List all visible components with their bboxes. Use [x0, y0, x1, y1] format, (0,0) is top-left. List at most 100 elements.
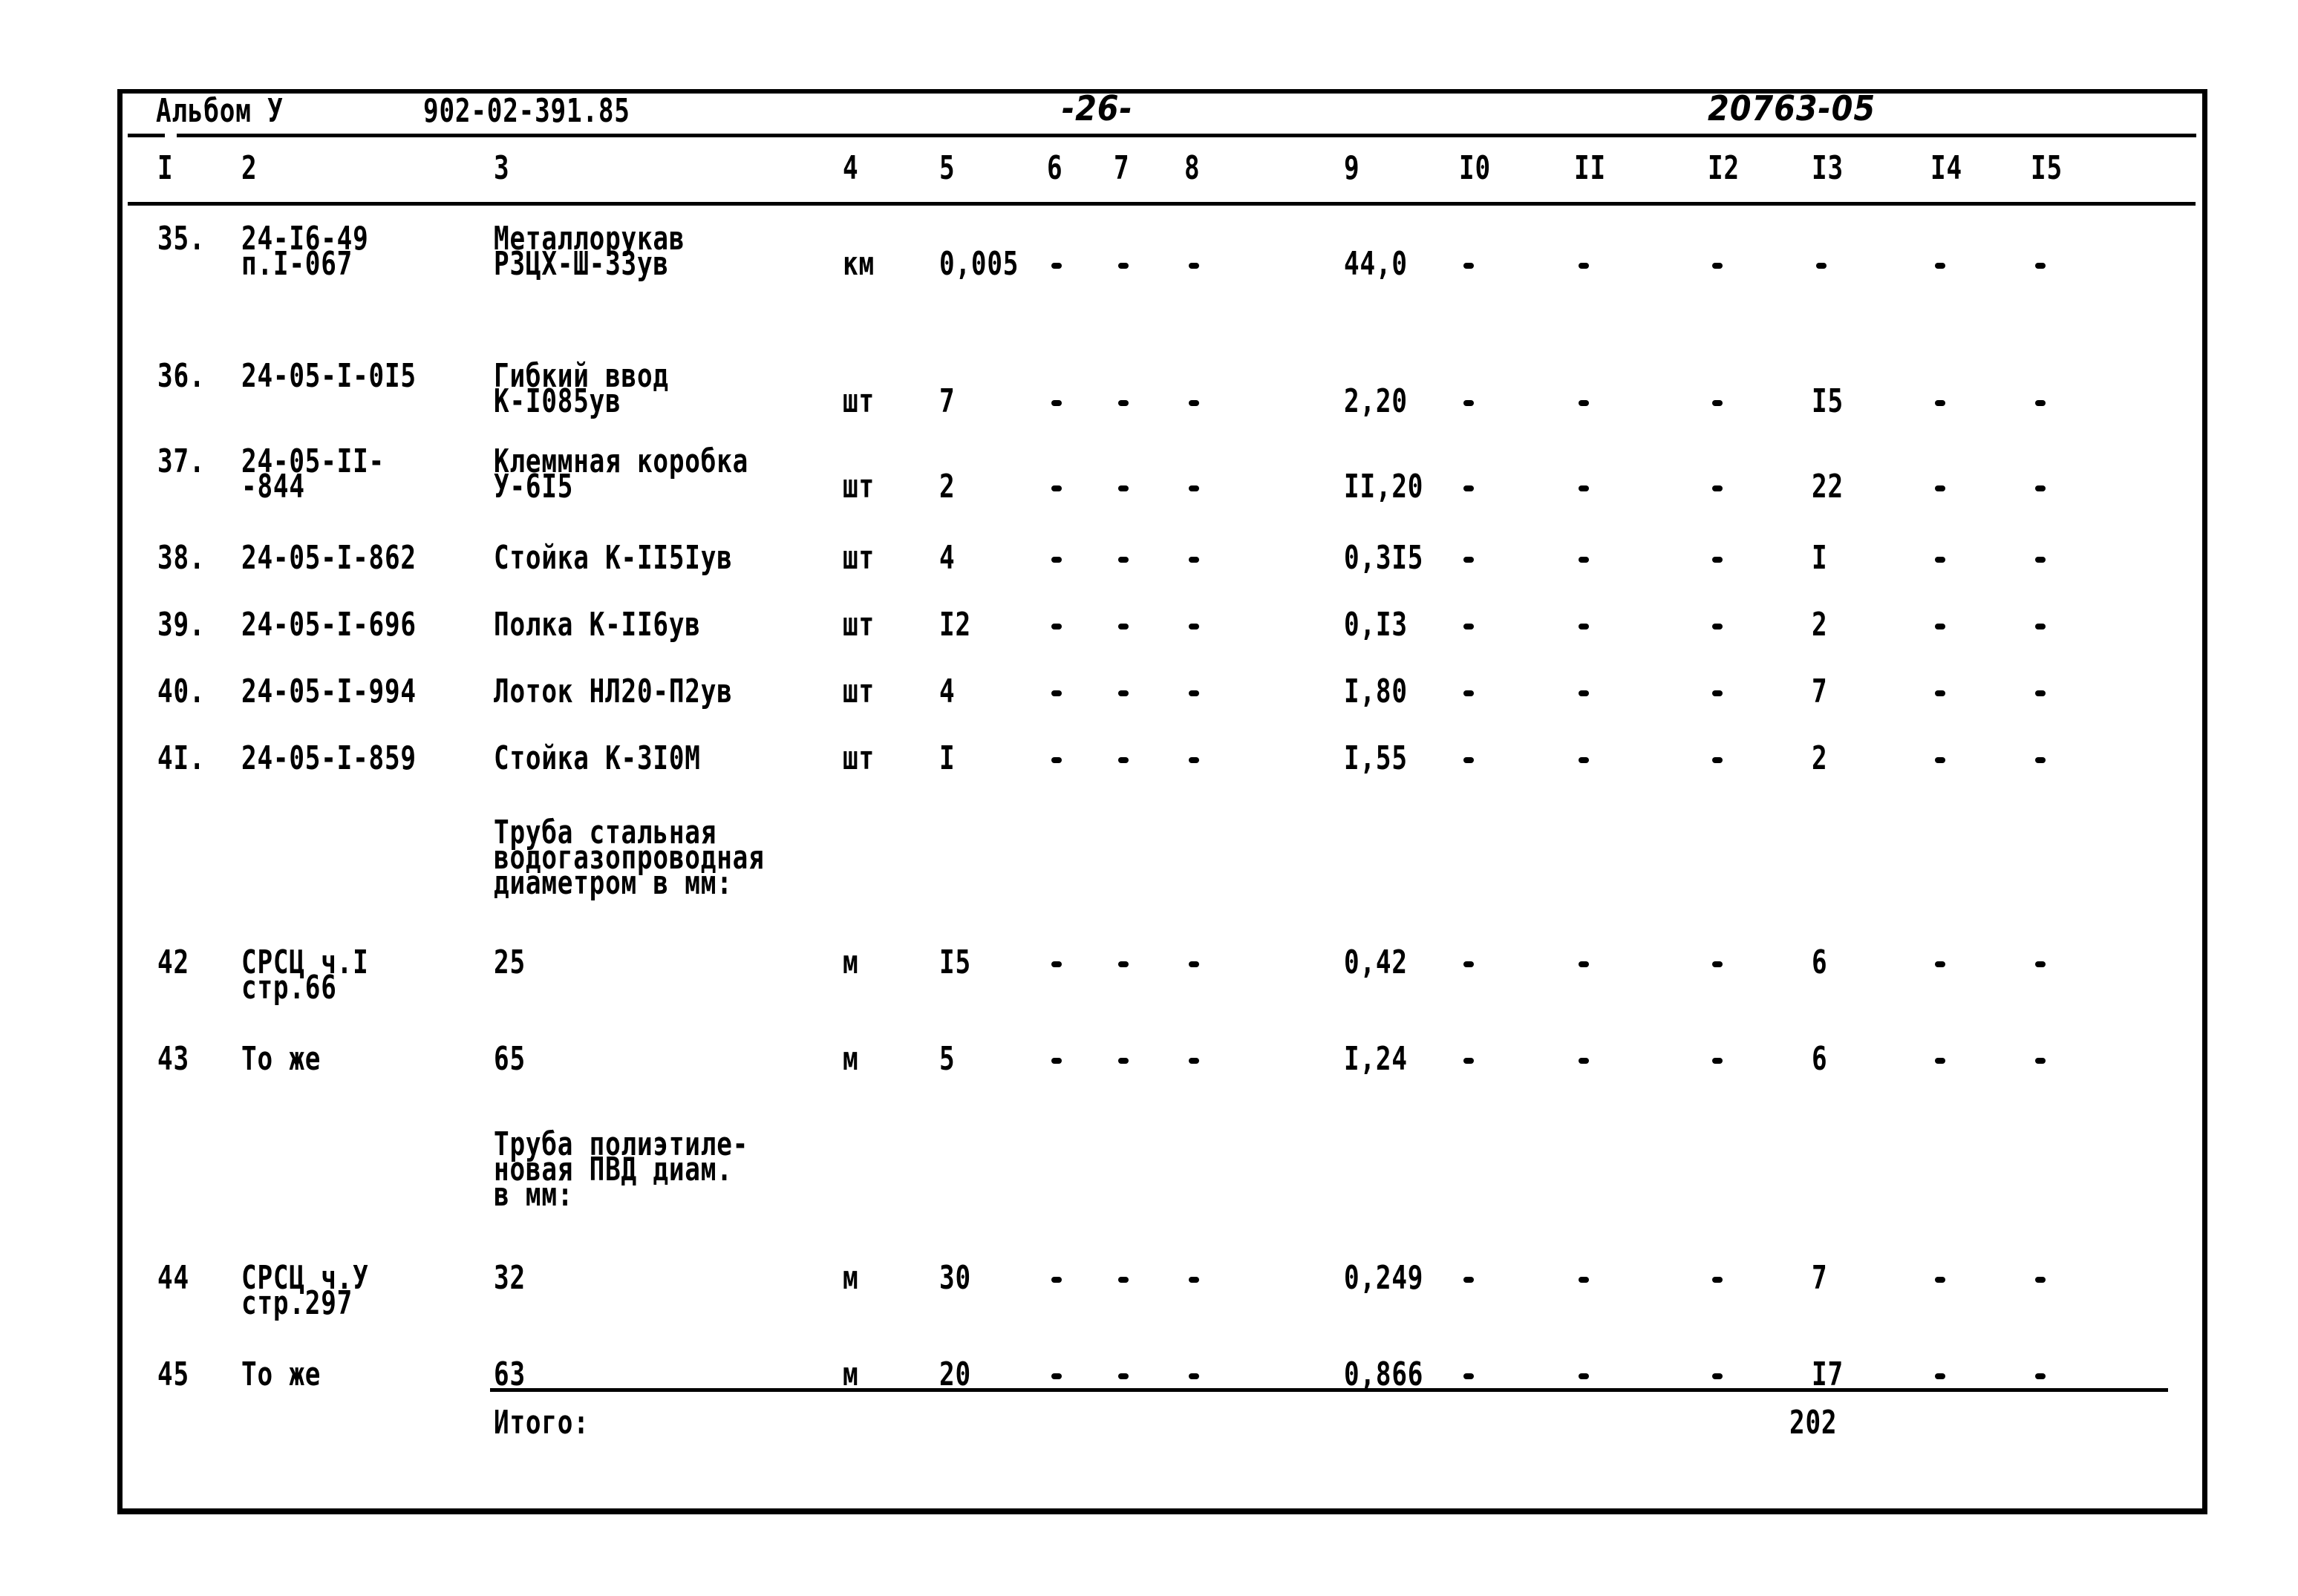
- empty-dash: [1935, 557, 1945, 563]
- empty-dash: [1118, 557, 1129, 563]
- empty-dash: [1051, 263, 1062, 269]
- empty-dash: [2035, 690, 2046, 696]
- empty-dash: [2035, 1058, 2046, 1064]
- value-c13: 6: [1812, 943, 1828, 981]
- empty-dash: [1579, 690, 1589, 696]
- value-c5: 2: [939, 468, 956, 506]
- row-number: 39.: [157, 606, 206, 644]
- item-name: 65: [494, 1040, 526, 1078]
- row-number: 45: [157, 1355, 189, 1393]
- empty-dash: [1118, 400, 1129, 406]
- item-name: Стойка К-3I0М: [494, 739, 701, 777]
- value-c9: 0,3I5: [1344, 539, 1424, 577]
- empty-dash: [1118, 1373, 1129, 1379]
- empty-dash: [1935, 485, 1945, 491]
- empty-dash: [1712, 690, 1723, 696]
- total-label: Итого:: [494, 1404, 590, 1442]
- empty-dash: [1051, 961, 1062, 967]
- empty-dash: [1463, 961, 1474, 967]
- empty-dash: [1463, 1277, 1474, 1283]
- value-c5: I2: [939, 606, 971, 644]
- empty-dash: [1579, 557, 1589, 563]
- column-number: I: [157, 149, 174, 187]
- column-number: 2: [241, 149, 258, 187]
- reference-code: 24-05-I-859: [241, 739, 417, 777]
- empty-dash: [1935, 1277, 1945, 1283]
- unit: м: [843, 1040, 859, 1078]
- empty-dash: [1189, 757, 1199, 763]
- reference-code: 24-05-I-0I5: [241, 357, 417, 395]
- unit: м: [843, 1355, 859, 1393]
- reference-code: -844: [241, 468, 305, 506]
- empty-dash: [1189, 624, 1199, 629]
- value-c5: 4: [939, 673, 956, 710]
- empty-dash: [1051, 400, 1062, 406]
- empty-dash: [1712, 400, 1723, 406]
- value-c13: 2: [1812, 739, 1828, 777]
- unit: км: [843, 245, 875, 283]
- reference-code: 24-05-I-994: [241, 673, 417, 710]
- row-number: 36.: [157, 357, 206, 395]
- value-c5: 0,005: [939, 245, 1019, 283]
- empty-dash: [1935, 624, 1945, 629]
- empty-dash: [1189, 1277, 1199, 1283]
- value-c9: 0,866: [1344, 1355, 1424, 1393]
- row-number: 35.: [157, 220, 206, 258]
- empty-dash: [1051, 757, 1062, 763]
- empty-dash: [1935, 690, 1945, 696]
- value-c5: 5: [939, 1040, 956, 1078]
- empty-dash: [1189, 690, 1199, 696]
- empty-dash: [1118, 690, 1129, 696]
- empty-dash: [1935, 263, 1945, 269]
- value-c9: 0,249: [1344, 1259, 1424, 1297]
- value-c5: I: [939, 739, 956, 777]
- value-c13: I7: [1812, 1355, 1844, 1393]
- value-c5: I5: [939, 943, 971, 981]
- unit: шт: [843, 673, 875, 710]
- empty-dash: [1712, 757, 1723, 763]
- column-number: 6: [1047, 149, 1063, 187]
- unit: м: [843, 1259, 859, 1297]
- value-c13: 7: [1812, 1259, 1828, 1297]
- empty-dash: [1463, 557, 1474, 563]
- total-rule: [490, 1388, 2168, 1392]
- empty-dash: [1712, 1277, 1723, 1283]
- unit: шт: [843, 606, 875, 644]
- empty-dash: [1579, 400, 1589, 406]
- item-name: 32: [494, 1259, 526, 1297]
- empty-dash: [1935, 1058, 1945, 1064]
- item-name: диаметром в мм:: [494, 864, 733, 902]
- unit: шт: [843, 739, 875, 777]
- empty-dash: [1463, 263, 1474, 269]
- value-c9: I,24: [1344, 1040, 1408, 1078]
- row-number: 38.: [157, 539, 206, 577]
- item-name: РЗЦХ-Ш-33ув: [494, 245, 669, 283]
- empty-dash: [1118, 757, 1129, 763]
- value-c13: 7: [1812, 673, 1828, 710]
- empty-dash: [2035, 624, 2046, 629]
- empty-dash: [1712, 557, 1723, 563]
- empty-dash: [1463, 400, 1474, 406]
- row-number: 37.: [157, 442, 206, 480]
- archive-number: 20763-05: [1708, 88, 1876, 128]
- value-c5: 20: [939, 1355, 971, 1393]
- empty-dash: [1189, 400, 1199, 406]
- reference-code: 24-05-I-862: [241, 539, 417, 577]
- value-c9: 0,42: [1344, 943, 1408, 981]
- empty-dash: [1051, 690, 1062, 696]
- empty-dash: [1118, 263, 1129, 269]
- empty-dash: [1463, 485, 1474, 491]
- empty-dash: [1189, 263, 1199, 269]
- empty-dash: [1712, 1058, 1723, 1064]
- unit: м: [843, 943, 859, 981]
- item-name: К-I085ув: [494, 382, 621, 420]
- empty-dash: [1189, 1373, 1199, 1379]
- empty-dash: [1118, 624, 1129, 629]
- column-number: 3: [494, 149, 510, 187]
- empty-dash: [1463, 1058, 1474, 1064]
- empty-dash: [1935, 400, 1945, 406]
- column-number: I0: [1459, 149, 1491, 187]
- item-name: Стойка К-II5Iув: [494, 539, 733, 577]
- item-name: 63: [494, 1355, 526, 1393]
- value-c9: I,55: [1344, 739, 1408, 777]
